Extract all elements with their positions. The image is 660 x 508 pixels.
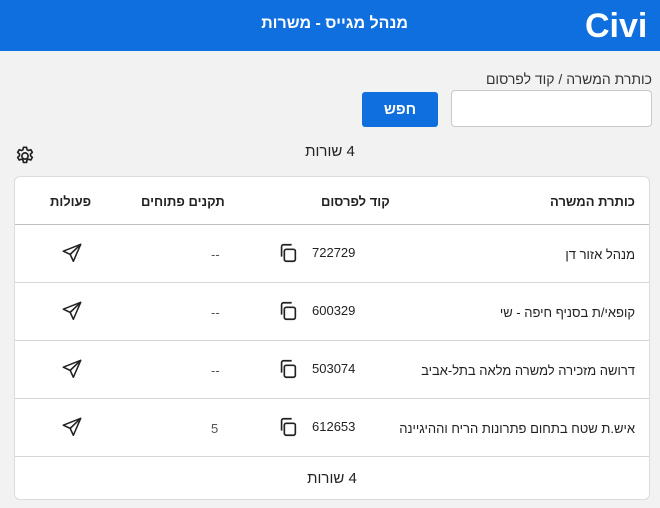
column-header-open-slots[interactable]: תקנים פתוחים	[141, 194, 225, 209]
table-row[interactable]: קופאי/ת בסניף חיפה - שי 600329 --	[15, 283, 649, 341]
job-title: איש.ת שטח בתחום פתרונות הריח וההיגיינה	[399, 421, 635, 436]
send-icon[interactable]	[61, 300, 83, 322]
column-header-actions: פעולות	[50, 194, 92, 209]
copy-icon[interactable]	[277, 242, 299, 264]
search-button[interactable]: חפש	[362, 92, 438, 127]
send-icon[interactable]	[61, 242, 83, 264]
table-row[interactable]: דרושה מזכירה למשרה מלאה בתל-אביב 503074 …	[15, 341, 649, 399]
search-label: כותרת המשרה / קוד לפרסום	[485, 71, 652, 87]
copy-icon[interactable]	[277, 358, 299, 380]
job-title: מנהל אזור דן	[565, 247, 635, 262]
row-count-top: 4 שורות	[305, 143, 355, 160]
top-bar: מנהל מגייס - משרות Civi	[0, 0, 660, 51]
table-header: כותרת המשרה קוד לפרסום תקנים פתוחים פעול…	[15, 177, 649, 225]
logo-text: Civi	[585, 7, 647, 44]
table-row[interactable]: מנהל אזור דן 722729 --	[15, 225, 649, 283]
job-code: 600329	[312, 303, 356, 318]
row-count-bottom: 4 שורות	[307, 470, 357, 487]
job-code: 503074	[312, 361, 356, 376]
copy-icon[interactable]	[277, 300, 299, 322]
open-slots: --	[211, 363, 220, 378]
job-title: קופאי/ת בסניף חיפה - שי	[499, 305, 635, 320]
search-input[interactable]	[451, 90, 652, 127]
open-slots: --	[211, 247, 220, 262]
job-code: 612653	[312, 419, 356, 434]
page-title: מנהל מגייס - משרות	[261, 15, 408, 32]
jobs-table: כותרת המשרה קוד לפרסום תקנים פתוחים פעול…	[14, 176, 650, 500]
job-title: דרושה מזכירה למשרה מלאה בתל-אביב	[421, 363, 635, 378]
open-slots: --	[211, 305, 220, 320]
column-header-code[interactable]: קוד לפרסום	[321, 194, 390, 209]
civi-logo[interactable]: Civi	[585, 6, 651, 44]
table-row[interactable]: איש.ת שטח בתחום פתרונות הריח וההיגיינה 6…	[15, 399, 649, 457]
send-icon[interactable]	[61, 416, 83, 438]
job-code: 722729	[312, 245, 356, 260]
open-slots: 5	[211, 421, 219, 436]
column-header-title[interactable]: כותרת המשרה	[550, 194, 635, 209]
copy-icon[interactable]	[277, 416, 299, 438]
send-icon[interactable]	[61, 358, 83, 380]
